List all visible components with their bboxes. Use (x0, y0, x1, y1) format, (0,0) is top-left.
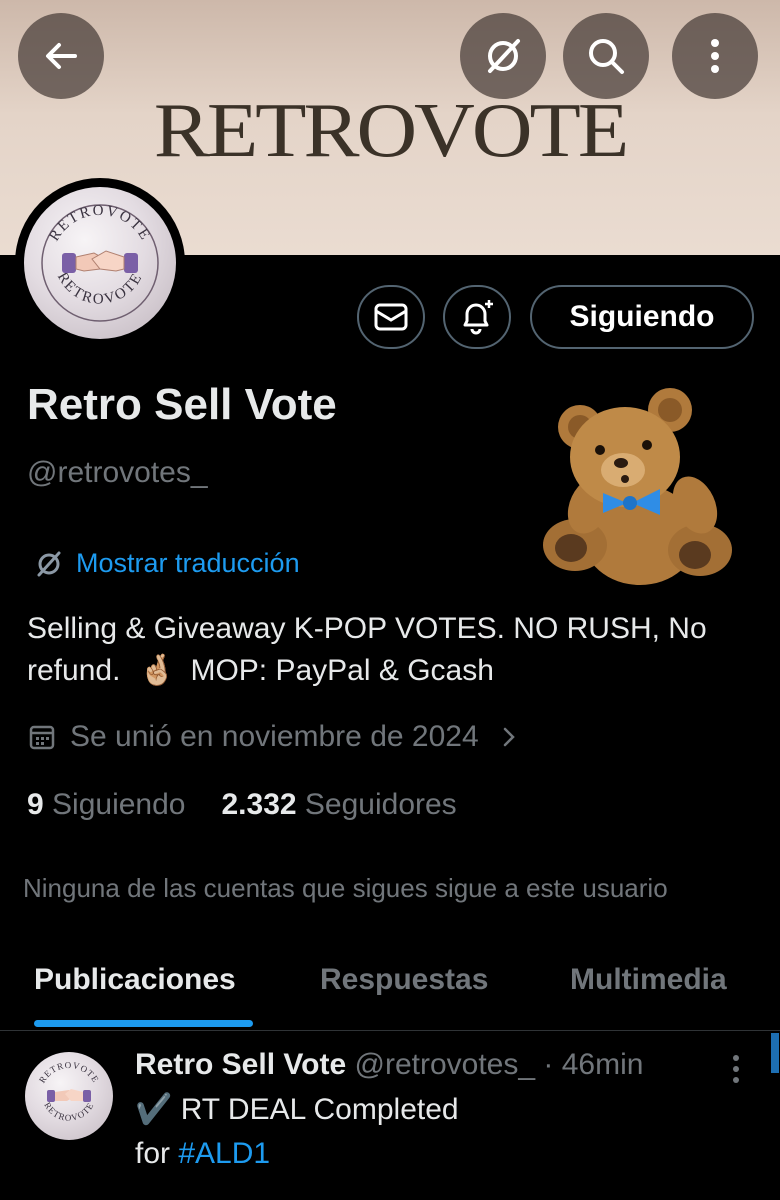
post-author-avatar[interactable]: RETROVOTE RETROVOTE (25, 1052, 113, 1140)
chevron-right-icon (503, 727, 515, 747)
bell-plus-icon (463, 300, 493, 335)
post-header: Retro Sell Vote @retrovotes_ · 46min (135, 1048, 643, 1082)
translate-icon (37, 551, 61, 576)
tab-multimedia[interactable]: Multimedia (570, 963, 727, 997)
profile-tabs: Publicaciones Respuestas Multimedia (0, 955, 780, 1031)
more-vertical-icon (733, 1055, 739, 1083)
notify-button[interactable] (443, 285, 511, 349)
translate-button[interactable] (460, 13, 546, 99)
tab-publicaciones[interactable]: Publicaciones (34, 963, 236, 997)
profile-avatar[interactable]: RETROVOTE RETROVOTE (15, 178, 185, 348)
more-vertical-icon (711, 39, 719, 73)
post-text-prefix: for (135, 1137, 171, 1170)
following-label: Siguiendo (52, 788, 186, 821)
mutual-followers-note: Ninguna de las cuentas que sigues sigue … (23, 873, 668, 903)
message-button[interactable] (357, 285, 425, 349)
svg-text:RETROVOTE: RETROVOTE (54, 270, 146, 308)
following-count: 9 (27, 788, 44, 821)
post-text-line-2: for #ALD1 (135, 1137, 270, 1171)
following-button[interactable]: Siguiendo (530, 285, 754, 349)
translate-icon (488, 39, 520, 73)
joined-date[interactable]: Se unió en noviembre de 2024 (28, 720, 519, 754)
svg-text:RETROVOTE: RETROVOTE (42, 1100, 95, 1122)
profile-name: Retro Sell Vote (27, 380, 337, 429)
followers-label: Seguidores (304, 788, 457, 821)
post-more-button[interactable] (728, 1052, 744, 1091)
svg-text:RETROVOTE: RETROVOTE (46, 203, 153, 244)
avatar-seal: RETROVOTE RETROVOTE (37, 1060, 101, 1123)
envelope-icon (374, 303, 408, 331)
joined-date-label: Se unió en noviembre de 2024 (70, 720, 479, 753)
crossed-fingers-emoji: 🤞🏼 (138, 654, 177, 687)
profile-handle: @retrovotes_ (27, 456, 208, 489)
svg-text:RETROVOTE: RETROVOTE (37, 1060, 101, 1085)
tab-respuestas[interactable]: Respuestas (320, 963, 488, 997)
bio-line-2b: MOP: PayPal & Gcash (190, 654, 494, 687)
active-tab-indicator (34, 1020, 253, 1027)
scrollbar[interactable] (771, 1033, 779, 1073)
followers-stat[interactable]: 2.332 Seguidores (221, 788, 456, 822)
profile-stats: 9 Siguiendo 2.332 Seguidores (27, 788, 457, 822)
back-button[interactable] (18, 13, 104, 99)
search-icon (589, 39, 624, 74)
search-button[interactable] (563, 13, 649, 99)
post-time: · 46min (543, 1048, 644, 1081)
calendar-icon (29, 725, 55, 750)
avatar-seal: RETROVOTE RETROVOTE (41, 203, 159, 322)
more-button[interactable] (672, 13, 758, 99)
post-hashtag-link[interactable]: #ALD1 (178, 1137, 270, 1170)
following-stat[interactable]: 9 Siguiendo (27, 788, 185, 822)
back-arrow-icon (46, 43, 77, 69)
show-translation-label: Mostrar traducción (76, 548, 300, 578)
post-text-line-1: ✔️ RT DEAL Completed (135, 1093, 459, 1126)
followers-count: 2.332 (221, 788, 297, 821)
profile-bio: Selling & Giveaway K-POP VOTES. NO RUSH,… (27, 608, 767, 692)
bio-line-1: Selling & Giveaway K-POP VOTES. NO RUSH,… (27, 612, 707, 645)
show-translation-link[interactable]: Mostrar traducción (34, 548, 300, 579)
post-author-name[interactable]: Retro Sell Vote (135, 1048, 346, 1081)
post-author-handle[interactable]: @retrovotes_ (355, 1048, 536, 1081)
banner-logo: RETROVOTE (153, 87, 629, 174)
bio-line-2a: refund. (27, 654, 121, 687)
teddy-bear-image (543, 388, 732, 585)
